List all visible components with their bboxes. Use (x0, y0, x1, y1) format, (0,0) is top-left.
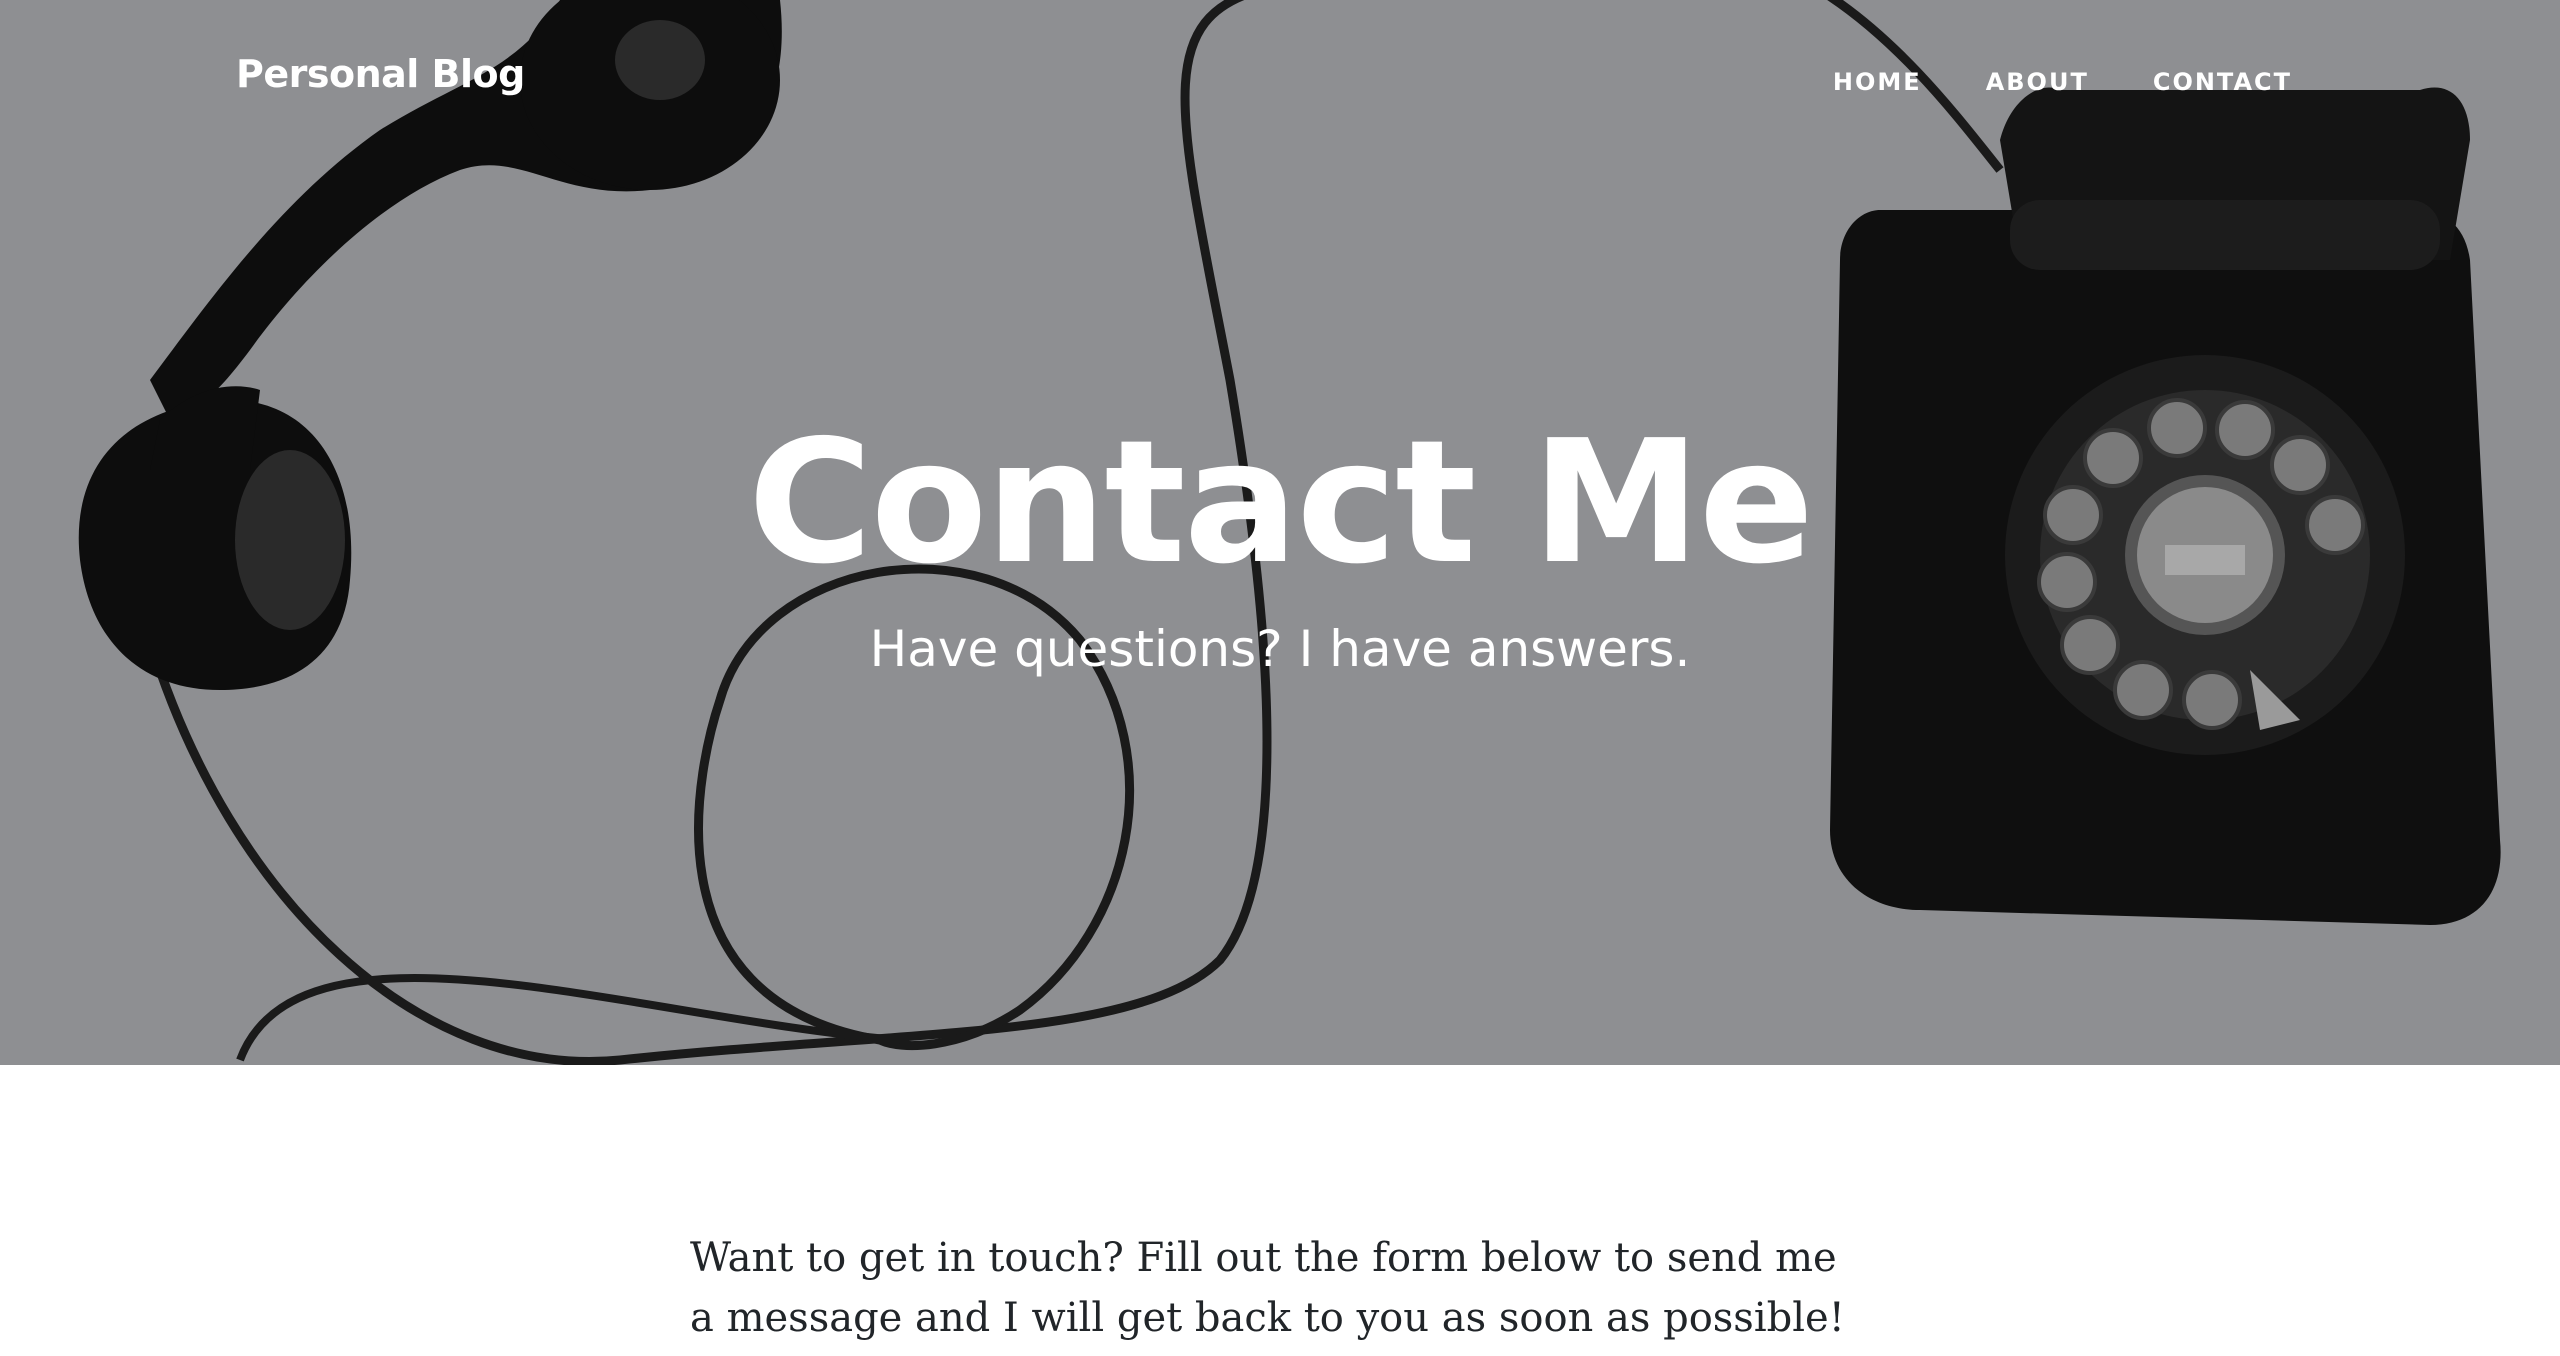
masthead: Personal Blog HOME ABOUT CONTACT Contact… (0, 0, 2560, 1065)
page-subtitle: Have questions? I have answers. (869, 620, 1691, 678)
nav-contact-link[interactable]: CONTACT (2153, 68, 2292, 96)
brand-link[interactable]: Personal Blog (236, 52, 525, 96)
nav-about-link[interactable]: ABOUT (1986, 68, 2089, 96)
nav-home-link[interactable]: HOME (1833, 68, 1922, 96)
hero-heading: Contact Me Have questions? I have answer… (0, 398, 2560, 684)
navbar: Personal Blog HOME ABOUT CONTACT (0, 0, 2560, 170)
contact-intro-text: Want to get in touch? Fill out the form … (690, 1235, 1845, 1341)
page-title: Contact Me (747, 404, 1814, 602)
nav-links: HOME ABOUT CONTACT (1769, 68, 2292, 96)
main-content: Want to get in touch? Fill out the form … (690, 1228, 1870, 1348)
